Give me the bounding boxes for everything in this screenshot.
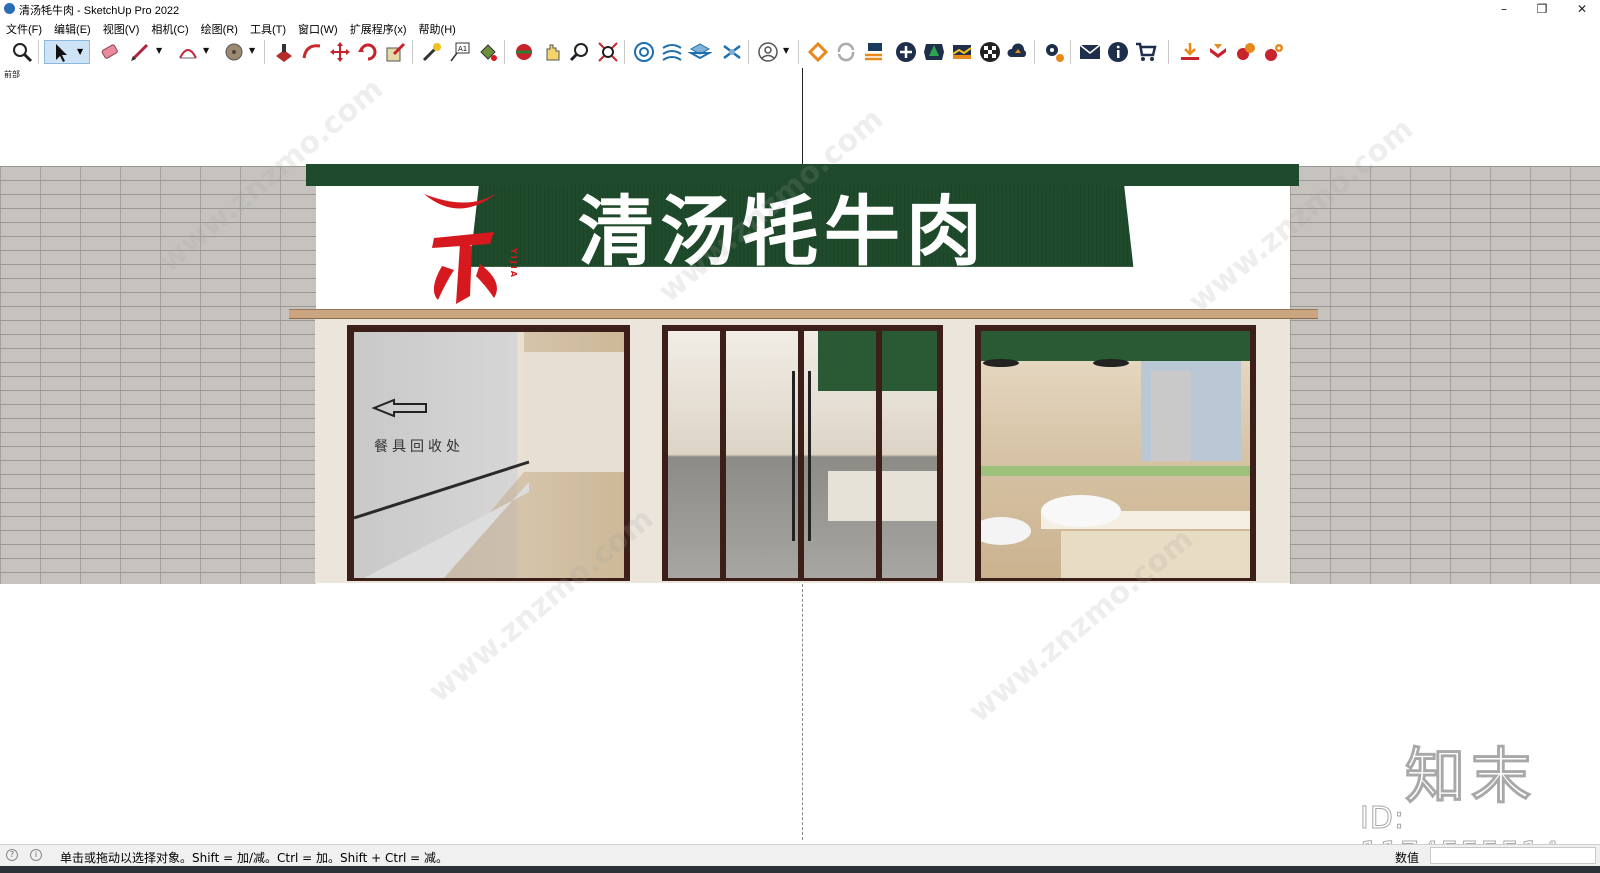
layers-icon[interactable] [687,40,713,64]
push-pull-icon[interactable] [272,40,296,64]
arc-icon[interactable] [176,40,200,64]
zoom-extents-icon[interactable] [596,40,620,64]
tree-icon[interactable] [922,40,946,64]
text-icon[interactable]: A1 [448,40,472,64]
scale-icon[interactable] [384,40,408,64]
interior-sign: 餐具回收处 [374,439,464,455]
status-bar: ? i 单击或拖动以选择对象。Shift = 加/减。Ctrl = 加。Shif… [0,844,1600,867]
info-icon[interactable] [1106,40,1130,64]
measurements-input[interactable] [1430,847,1596,864]
fire-icon[interactable] [1234,40,1258,64]
chevron-down-icon[interactable]: ▼ [203,46,209,55]
select-icon[interactable]: ▼ [44,40,90,64]
extension-warehouse-icon[interactable] [806,40,830,64]
move-icon[interactable] [328,40,352,64]
pencil-icon[interactable] [128,40,152,64]
cart-icon[interactable] [1134,40,1158,64]
svg-text:A1: A1 [458,45,467,53]
credits-icon[interactable]: i [30,849,42,861]
chevron-down-icon[interactable]: ▼ [783,46,789,55]
window-title: 清汤牦牛肉 - SketchUp Pro 2022 [19,5,180,17]
sketchup-logo-icon [4,3,15,14]
paint-bucket-icon[interactable] [476,40,500,64]
settings-icon[interactable] [1042,40,1066,64]
follow-me-icon[interactable] [300,40,324,64]
scene-tab[interactable]: 前部 [4,69,20,80]
entrance-door[interactable] [668,331,937,578]
sandbox-icon[interactable] [950,40,974,64]
menu-bar: 文件(F) 编辑(E) 视图(V) 相机(C) 绘图(R) 工具(T) 窗口(W) 扩展程序(… [0,18,1600,36]
window-right [981,331,1250,578]
chevron-down-icon[interactable]: ▼ [249,46,255,55]
model-viewport[interactable]: 前部 YIJIA 清汤牦牛肉 养生汤锅，生态牦牛肉，老人小孩更喜欢！ 餐具回收处… [0,68,1600,872]
close-button[interactable]: ✕ [1566,0,1598,18]
orbit-icon[interactable] [512,40,536,64]
eraser-icon[interactable] [98,40,122,64]
export-icon[interactable] [1206,40,1230,64]
window-left: 餐具回收处 [354,332,624,578]
circle-icon[interactable] [222,40,246,64]
axis-line-dashed [802,584,803,840]
restore-button[interactable]: ❐ [1526,0,1558,18]
rotate-icon[interactable] [356,40,380,64]
cloud-icon[interactable] [1006,40,1030,64]
geo-location-icon[interactable]: ? [6,849,18,861]
add-icon[interactable] [894,40,918,64]
chevron-down-icon[interactable]: ▼ [156,46,162,55]
transfer-icon[interactable] [862,40,886,64]
zoom-window-icon[interactable] [568,40,592,64]
styles-icon[interactable] [660,40,684,64]
pan-icon[interactable] [540,40,564,64]
brand-logo [424,192,498,304]
refresh-icon[interactable] [834,40,858,64]
account-icon[interactable] [756,40,780,64]
sign-trim [289,309,1318,319]
gear-orange-icon[interactable] [1262,40,1286,64]
checker-icon[interactable] [978,40,1002,64]
minimize-button[interactable]: – [1488,0,1520,18]
main-toolbar: ▼ ▼ ▼ ▼ A1 ▼ [0,36,1600,69]
taskbar-edge [0,866,1600,873]
components-icon[interactable] [632,40,656,64]
status-message: 单击或拖动以选择对象。Shift = 加/减。Ctrl = 加。Shift + … [60,851,449,865]
brick-wall-left [0,166,316,584]
mail-icon[interactable] [1078,40,1102,64]
axis-line [802,68,803,164]
outliner-icon[interactable] [720,40,744,64]
measurements-label: 数值 [1395,851,1420,865]
zoom-icon[interactable] [10,40,34,64]
brick-wall-right [1290,166,1600,584]
tape-measure-icon[interactable] [420,40,444,64]
import-icon[interactable] [1178,40,1202,64]
logo-vertical-text: YIJIA [509,248,518,279]
title-bar: 清汤牦牛肉 - SketchUp Pro 2022 – ❐ ✕ [0,0,1600,18]
